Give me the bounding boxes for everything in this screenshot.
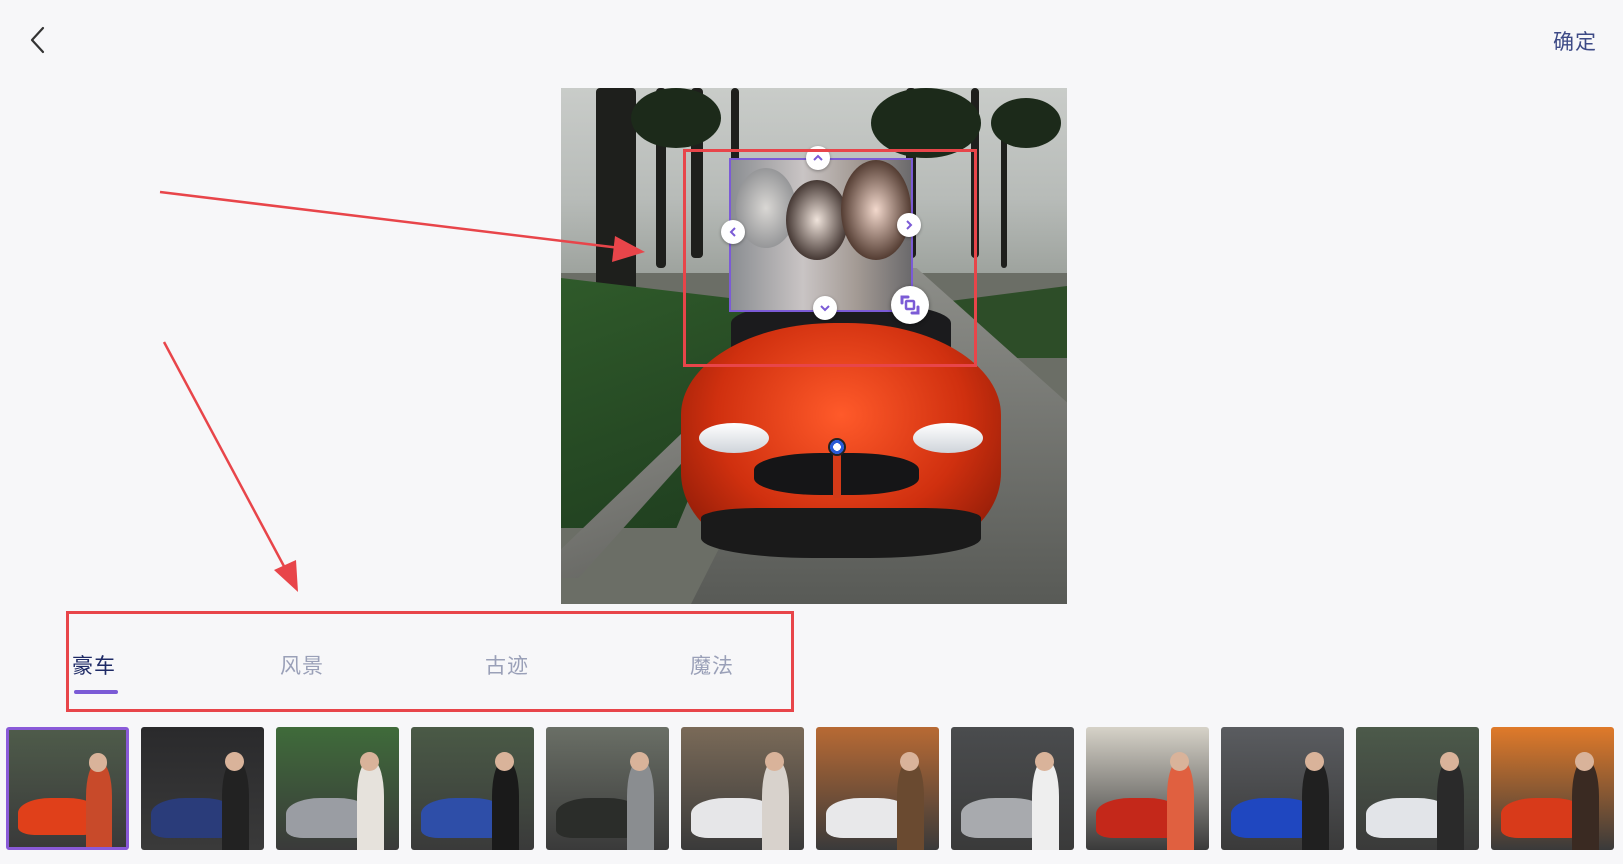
annotation-arrowhead-2 (274, 560, 298, 592)
thumbnail-person (1032, 761, 1060, 850)
thumbnail-person (1302, 761, 1330, 850)
palm-fronds (631, 88, 721, 148)
template-thumbnail[interactable] (681, 727, 804, 850)
thumbnail-person (222, 761, 250, 850)
tab-scenery[interactable]: 风景 (280, 650, 324, 680)
car-headlight-left (699, 423, 769, 453)
thumbnail-person (762, 761, 790, 850)
thumbnail-person (357, 761, 385, 850)
template-thumbnail[interactable] (1491, 727, 1614, 850)
back-button[interactable] (20, 22, 56, 58)
template-thumbnail[interactable] (816, 727, 939, 850)
car-grille-divider (833, 450, 841, 498)
annotation-box-face (683, 149, 977, 367)
tab-magic[interactable]: 魔法 (690, 650, 734, 680)
annotation-arrow-2 (162, 341, 288, 571)
tab-luxury-car[interactable]: 豪车 (72, 650, 116, 680)
template-thumbnail[interactable] (546, 727, 669, 850)
thumbnail-person (1167, 761, 1195, 850)
thumbnail-person (1572, 761, 1600, 850)
template-thumbnail[interactable] (6, 727, 129, 850)
template-thumbnail-strip (6, 727, 1614, 851)
palm-fronds (871, 88, 981, 158)
template-thumbnail[interactable] (141, 727, 264, 850)
car-bumper (701, 508, 981, 558)
template-thumbnail[interactable] (411, 727, 534, 850)
template-thumbnail[interactable] (1086, 727, 1209, 850)
palm-trunk (1001, 128, 1007, 268)
chevron-left-icon (30, 26, 45, 54)
tab-monuments[interactable]: 古迹 (485, 650, 529, 680)
tab-active-indicator (74, 690, 118, 694)
confirm-button[interactable]: 确定 (1553, 26, 1597, 56)
thumbnail-person (627, 761, 655, 850)
thumbnail-person (492, 761, 520, 850)
car-headlight-right (913, 423, 983, 453)
template-thumbnail[interactable] (1221, 727, 1344, 850)
category-tabs: 豪车 风景 古迹 魔法 (70, 640, 770, 700)
thumbnail-person (1437, 761, 1465, 850)
palm-fronds (991, 98, 1061, 148)
template-thumbnail[interactable] (951, 727, 1074, 850)
thumbnail-person (897, 761, 925, 850)
template-thumbnail[interactable] (1356, 727, 1479, 850)
car-badge (828, 438, 846, 456)
thumbnail-person (86, 762, 112, 847)
annotation-arrow-1 (159, 190, 621, 250)
template-thumbnail[interactable] (276, 727, 399, 850)
